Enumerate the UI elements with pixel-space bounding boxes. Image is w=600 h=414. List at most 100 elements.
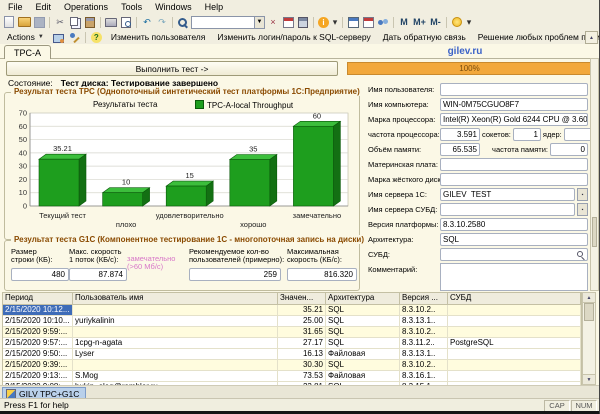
menu-help[interactable]: Help [199, 1, 231, 13]
table-row[interactable]: 2/15/2020 10:10...yuriykalinin25.00SQL8.… [3, 316, 581, 327]
table-cell[interactable]: 8.3.10.2.. [400, 305, 448, 315]
caret-down-icon[interactable]: ▾ [331, 16, 339, 29]
command-link-1[interactable]: Изменить логин/пароль к SQL-серверу [211, 32, 376, 42]
field-input[interactable]: WIN-0M75CGUO8F7 [440, 98, 588, 111]
field-input[interactable]: 3.591 [440, 128, 480, 141]
scroll-down-icon[interactable]: ▼ [583, 374, 595, 384]
memory-m-icon[interactable]: М [397, 16, 411, 29]
select-button[interactable]: ▪ [577, 188, 588, 201]
table-row[interactable]: 2/15/2020 9:39:...30.30SQL8.3.10.2.. [3, 360, 581, 371]
tab-tpc-a[interactable]: TPC-A [4, 45, 51, 59]
table-cell[interactable]: SQL [326, 316, 400, 326]
table-cell[interactable] [73, 360, 278, 370]
table-cell[interactable]: 8.3.16.1.. [400, 371, 448, 381]
table-cell[interactable] [448, 305, 581, 315]
calendar-icon[interactable] [361, 16, 375, 29]
table-cell[interactable]: 2/15/2020 9:39:... [3, 360, 73, 370]
clear-search-icon[interactable]: × [266, 16, 280, 29]
caret-down-icon[interactable]: ▾ [465, 16, 473, 29]
run-test-button[interactable]: Выполнить тест -> [6, 61, 338, 76]
table-cell[interactable]: PostgreSQL [448, 338, 581, 348]
field-input[interactable]: 8.3.10.2580 [440, 218, 588, 231]
field-input[interactable]: 1 [513, 128, 541, 141]
field-input[interactable] [440, 248, 588, 261]
menu-file[interactable]: File [2, 1, 30, 13]
table-cell[interactable]: 73.53 [278, 371, 326, 381]
table-cell[interactable]: 30.30 [278, 360, 326, 370]
command-link-0[interactable]: Изменить пользователя [105, 32, 212, 42]
table-cell[interactable]: 2/15/2020 10:12... [3, 305, 73, 315]
g1c-field-value-0[interactable]: 480 [11, 268, 69, 281]
table-cell[interactable]: 2/15/2020 9:13:... [3, 371, 73, 381]
field-input[interactable]: Intel(R) Xeon(R) Gold 6244 CPU @ 3.60GHz [440, 113, 588, 126]
actions-menu-button[interactable]: Actions ▼ [2, 31, 49, 44]
field-input[interactable]: SQL [440, 233, 588, 246]
table-cell[interactable]: SQL [326, 360, 400, 370]
table-cell[interactable]: SQL [326, 305, 400, 315]
table-cell[interactable] [73, 305, 278, 315]
column-header-2[interactable]: Значен... [278, 293, 326, 304]
table-cell[interactable]: 35.21 [278, 305, 326, 315]
field-input[interactable]: 65.535 [440, 143, 480, 156]
tip-icon[interactable] [450, 16, 464, 29]
undo-icon[interactable]: ↶ [140, 16, 154, 29]
table-cell[interactable]: Lyser [73, 349, 278, 359]
memory-m-plus-icon[interactable]: М+ [412, 16, 427, 29]
table-cell[interactable] [448, 371, 581, 381]
table-row[interactable]: 2/15/2020 9:13:...S.Mog73.53Файловая8.3.… [3, 371, 581, 382]
print-preview-icon[interactable] [119, 16, 133, 29]
form-scrollbar-thumb[interactable] [592, 217, 597, 247]
table-row[interactable]: 2/15/2020 9:50:...Lyser16.13Файловая8.3.… [3, 349, 581, 360]
find-icon[interactable] [176, 16, 190, 29]
g1c-field-value-1[interactable]: 87.874 [69, 268, 127, 281]
table-cell[interactable]: 8.3.11.2.. [400, 338, 448, 348]
search-input[interactable] [192, 18, 254, 27]
table-cell[interactable]: 2/15/2020 9:59:... [3, 327, 73, 337]
field-input[interactable] [440, 83, 588, 96]
users-icon[interactable] [376, 16, 390, 29]
g1c-field-value-2[interactable]: 259 [189, 268, 281, 281]
table-cell[interactable]: 8.3.10.2.. [400, 327, 448, 337]
table-row[interactable]: 2/15/2020 10:12... 35.21SQL8.3.10.2.. [3, 305, 581, 316]
toolbar-overflow-button[interactable]: ▲ [585, 31, 598, 44]
menu-tools[interactable]: Tools [115, 1, 149, 13]
copy-icon[interactable] [68, 16, 82, 29]
table-cell[interactable]: 1cpg-n-agata [73, 338, 278, 348]
calendar-icon[interactable] [281, 16, 295, 29]
field-input[interactable] [440, 158, 588, 171]
chevron-down-icon[interactable]: ▼ [254, 17, 264, 28]
menu-windows[interactable]: Windows [149, 1, 199, 13]
menu-operations[interactable]: Operations [58, 1, 115, 13]
table-cell[interactable]: 2/15/2020 10:10... [3, 316, 73, 326]
table-cell[interactable]: 8.3.13.1.. [400, 316, 448, 326]
field-input[interactable] [440, 203, 575, 216]
table-cell[interactable]: SQL [326, 327, 400, 337]
table-cell[interactable]: 2/15/2020 9:50:... [3, 349, 73, 359]
open-icon[interactable] [17, 16, 31, 29]
save-icon[interactable] [32, 16, 46, 29]
column-header-3[interactable]: Архитектура [326, 293, 400, 304]
table-scrollbar[interactable]: ▲ ▼ [582, 292, 596, 385]
field-input[interactable]: 0 [550, 143, 588, 156]
user-computer-icon[interactable] [51, 31, 65, 44]
table-cell[interactable]: yuriykalinin [73, 316, 278, 326]
user-edit-icon[interactable] [67, 31, 81, 44]
table-row[interactable]: 2/15/2020 9:57:...1cpg-n-agata27.17SQL8.… [3, 338, 581, 349]
column-header-4[interactable]: Версия ... [400, 293, 448, 304]
memory-m-minus-icon[interactable]: М- [428, 16, 443, 29]
table-cell[interactable]: 8.3.13.1.. [400, 349, 448, 359]
site-link[interactable]: gilev.ru [340, 46, 590, 57]
calculator-icon[interactable] [296, 16, 310, 29]
column-header-1[interactable]: Пользователь имя [73, 293, 278, 304]
column-header-5[interactable]: СУБД [448, 293, 581, 304]
table-cell[interactable]: 27.17 [278, 338, 326, 348]
table-cell[interactable]: 25.00 [278, 316, 326, 326]
table-cell[interactable]: S.Mog [73, 371, 278, 381]
command-link-2[interactable]: Дать обратную связь [377, 32, 472, 42]
form-scrollbar[interactable] [590, 58, 599, 291]
table-cell[interactable]: 31.65 [278, 327, 326, 337]
print-icon[interactable] [104, 16, 118, 29]
table-row[interactable]: 2/15/2020 9:59:... 31.65SQL8.3.10.2.. [3, 327, 581, 338]
column-header-0[interactable]: Период [3, 293, 73, 304]
table-cell[interactable]: 16.13 [278, 349, 326, 359]
